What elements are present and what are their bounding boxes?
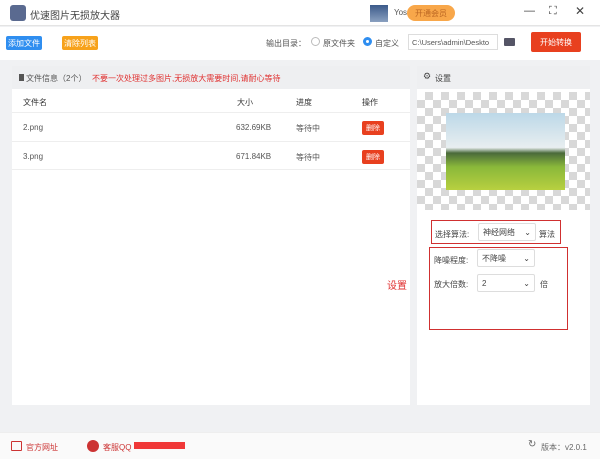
website-link[interactable]: 官方网址 xyxy=(26,442,58,453)
warning-text: 不要一次处理过多图片,无损放大需要时间,请耐心等待 xyxy=(92,74,281,83)
scale-suffix: 倍 xyxy=(540,280,548,289)
avatar[interactable] xyxy=(370,5,388,22)
qq-label[interactable]: 客服QQ xyxy=(103,442,131,453)
radio-original-label[interactable]: 原文件夹 xyxy=(323,38,355,49)
app-logo-icon xyxy=(10,5,26,21)
start-convert-button[interactable]: 开始转换 xyxy=(531,32,581,52)
clear-list-button[interactable]: 清除列表 xyxy=(62,36,98,50)
qq-number-redacted xyxy=(134,442,185,449)
folder-icon[interactable] xyxy=(504,38,515,46)
file-name: 3.png xyxy=(23,152,44,161)
column-action: 操作 xyxy=(362,98,378,107)
minimize-icon[interactable]: — xyxy=(524,5,535,17)
table-row: 3.png 671.84KB 等待中 删除 xyxy=(12,141,410,170)
algorithm-value: 神经网络 xyxy=(483,227,515,237)
vip-button[interactable]: 开通会员 xyxy=(407,5,455,21)
vip-label: 开通会员 xyxy=(415,8,447,18)
file-status: 等待中 xyxy=(296,153,320,162)
refresh-icon[interactable]: ↻ xyxy=(528,439,536,450)
close-icon[interactable]: ✕ xyxy=(575,4,585,18)
noise-select[interactable]: 不降噪 ⌄ xyxy=(477,249,535,267)
settings-panel: ⚙ 设置 选择算法: 神经网络 ⌄ 算法 降噪程度: 不降噪 ⌄ 放大倍数: 2 ⌄ … xyxy=(417,66,590,405)
customer-service-icon xyxy=(87,440,99,452)
scale-label: 放大倍数: xyxy=(434,280,469,289)
title-bar: 优速图片无损放大器 Yososoft ⌄ 开通会员 — ⛶ ✕ xyxy=(0,0,600,26)
chevron-down-icon: ⌄ xyxy=(523,278,530,288)
settings-title: 设置 xyxy=(435,74,451,83)
file-info-title: 文件信息（2个） xyxy=(26,74,87,83)
output-path-input[interactable] xyxy=(408,34,498,50)
scale-value: 2 xyxy=(482,278,487,288)
algorithm-suffix: 算法 xyxy=(539,230,555,239)
website-icon xyxy=(11,441,22,451)
preview-image xyxy=(446,113,565,190)
scale-select[interactable]: 2 ⌄ xyxy=(477,274,535,292)
output-label: 输出目录： xyxy=(266,39,306,48)
chevron-down-icon: ⌄ xyxy=(524,227,531,237)
column-progress: 进度 xyxy=(296,98,312,107)
toolbar: 添加文件 清除列表 输出目录： 原文件夹 自定义 开始转换 xyxy=(0,27,600,60)
radio-custom-label[interactable]: 自定义 xyxy=(375,38,399,49)
column-size: 大小 xyxy=(237,98,253,107)
settings-annotation: 设置 xyxy=(387,281,407,292)
add-file-button[interactable]: 添加文件 xyxy=(6,36,42,50)
version-text: 版本：v2.0.1 xyxy=(541,443,587,452)
table-row: 2.png 632.69KB 等待中 删除 xyxy=(12,112,410,141)
file-size: 632.69KB xyxy=(236,123,272,132)
file-name: 2.png xyxy=(23,123,44,132)
algorithm-label: 选择算法: xyxy=(435,230,470,239)
delete-button[interactable]: 删除 xyxy=(362,150,384,164)
radio-original[interactable] xyxy=(311,37,320,46)
file-status: 等待中 xyxy=(296,124,320,133)
noise-value: 不降噪 xyxy=(482,253,506,263)
app-title: 优速图片无损放大器 xyxy=(30,11,120,22)
algorithm-select[interactable]: 神经网络 ⌄ xyxy=(478,223,536,241)
maximize-icon[interactable]: ⛶ xyxy=(549,5,557,18)
noise-label: 降噪程度: xyxy=(434,256,469,265)
delete-button[interactable]: 删除 xyxy=(362,121,384,135)
file-list-panel: 文件信息（2个） 不要一次处理过多图片,无损放大需要时间,请耐心等待 文件名 大… xyxy=(12,66,410,405)
column-filename: 文件名 xyxy=(23,98,47,107)
file-icon xyxy=(19,74,24,81)
chevron-down-icon: ⌄ xyxy=(523,253,530,263)
file-size: 671.84KB xyxy=(236,152,272,161)
footer: 官方网址 客服QQ ↻ 版本：v2.0.1 xyxy=(0,432,600,459)
radio-custom[interactable] xyxy=(363,37,372,46)
file-panel-header: 文件信息（2个） 不要一次处理过多图片,无损放大需要时间,请耐心等待 xyxy=(12,66,410,89)
settings-header: ⚙ 设置 xyxy=(417,66,590,89)
gear-icon: ⚙ xyxy=(423,71,432,81)
